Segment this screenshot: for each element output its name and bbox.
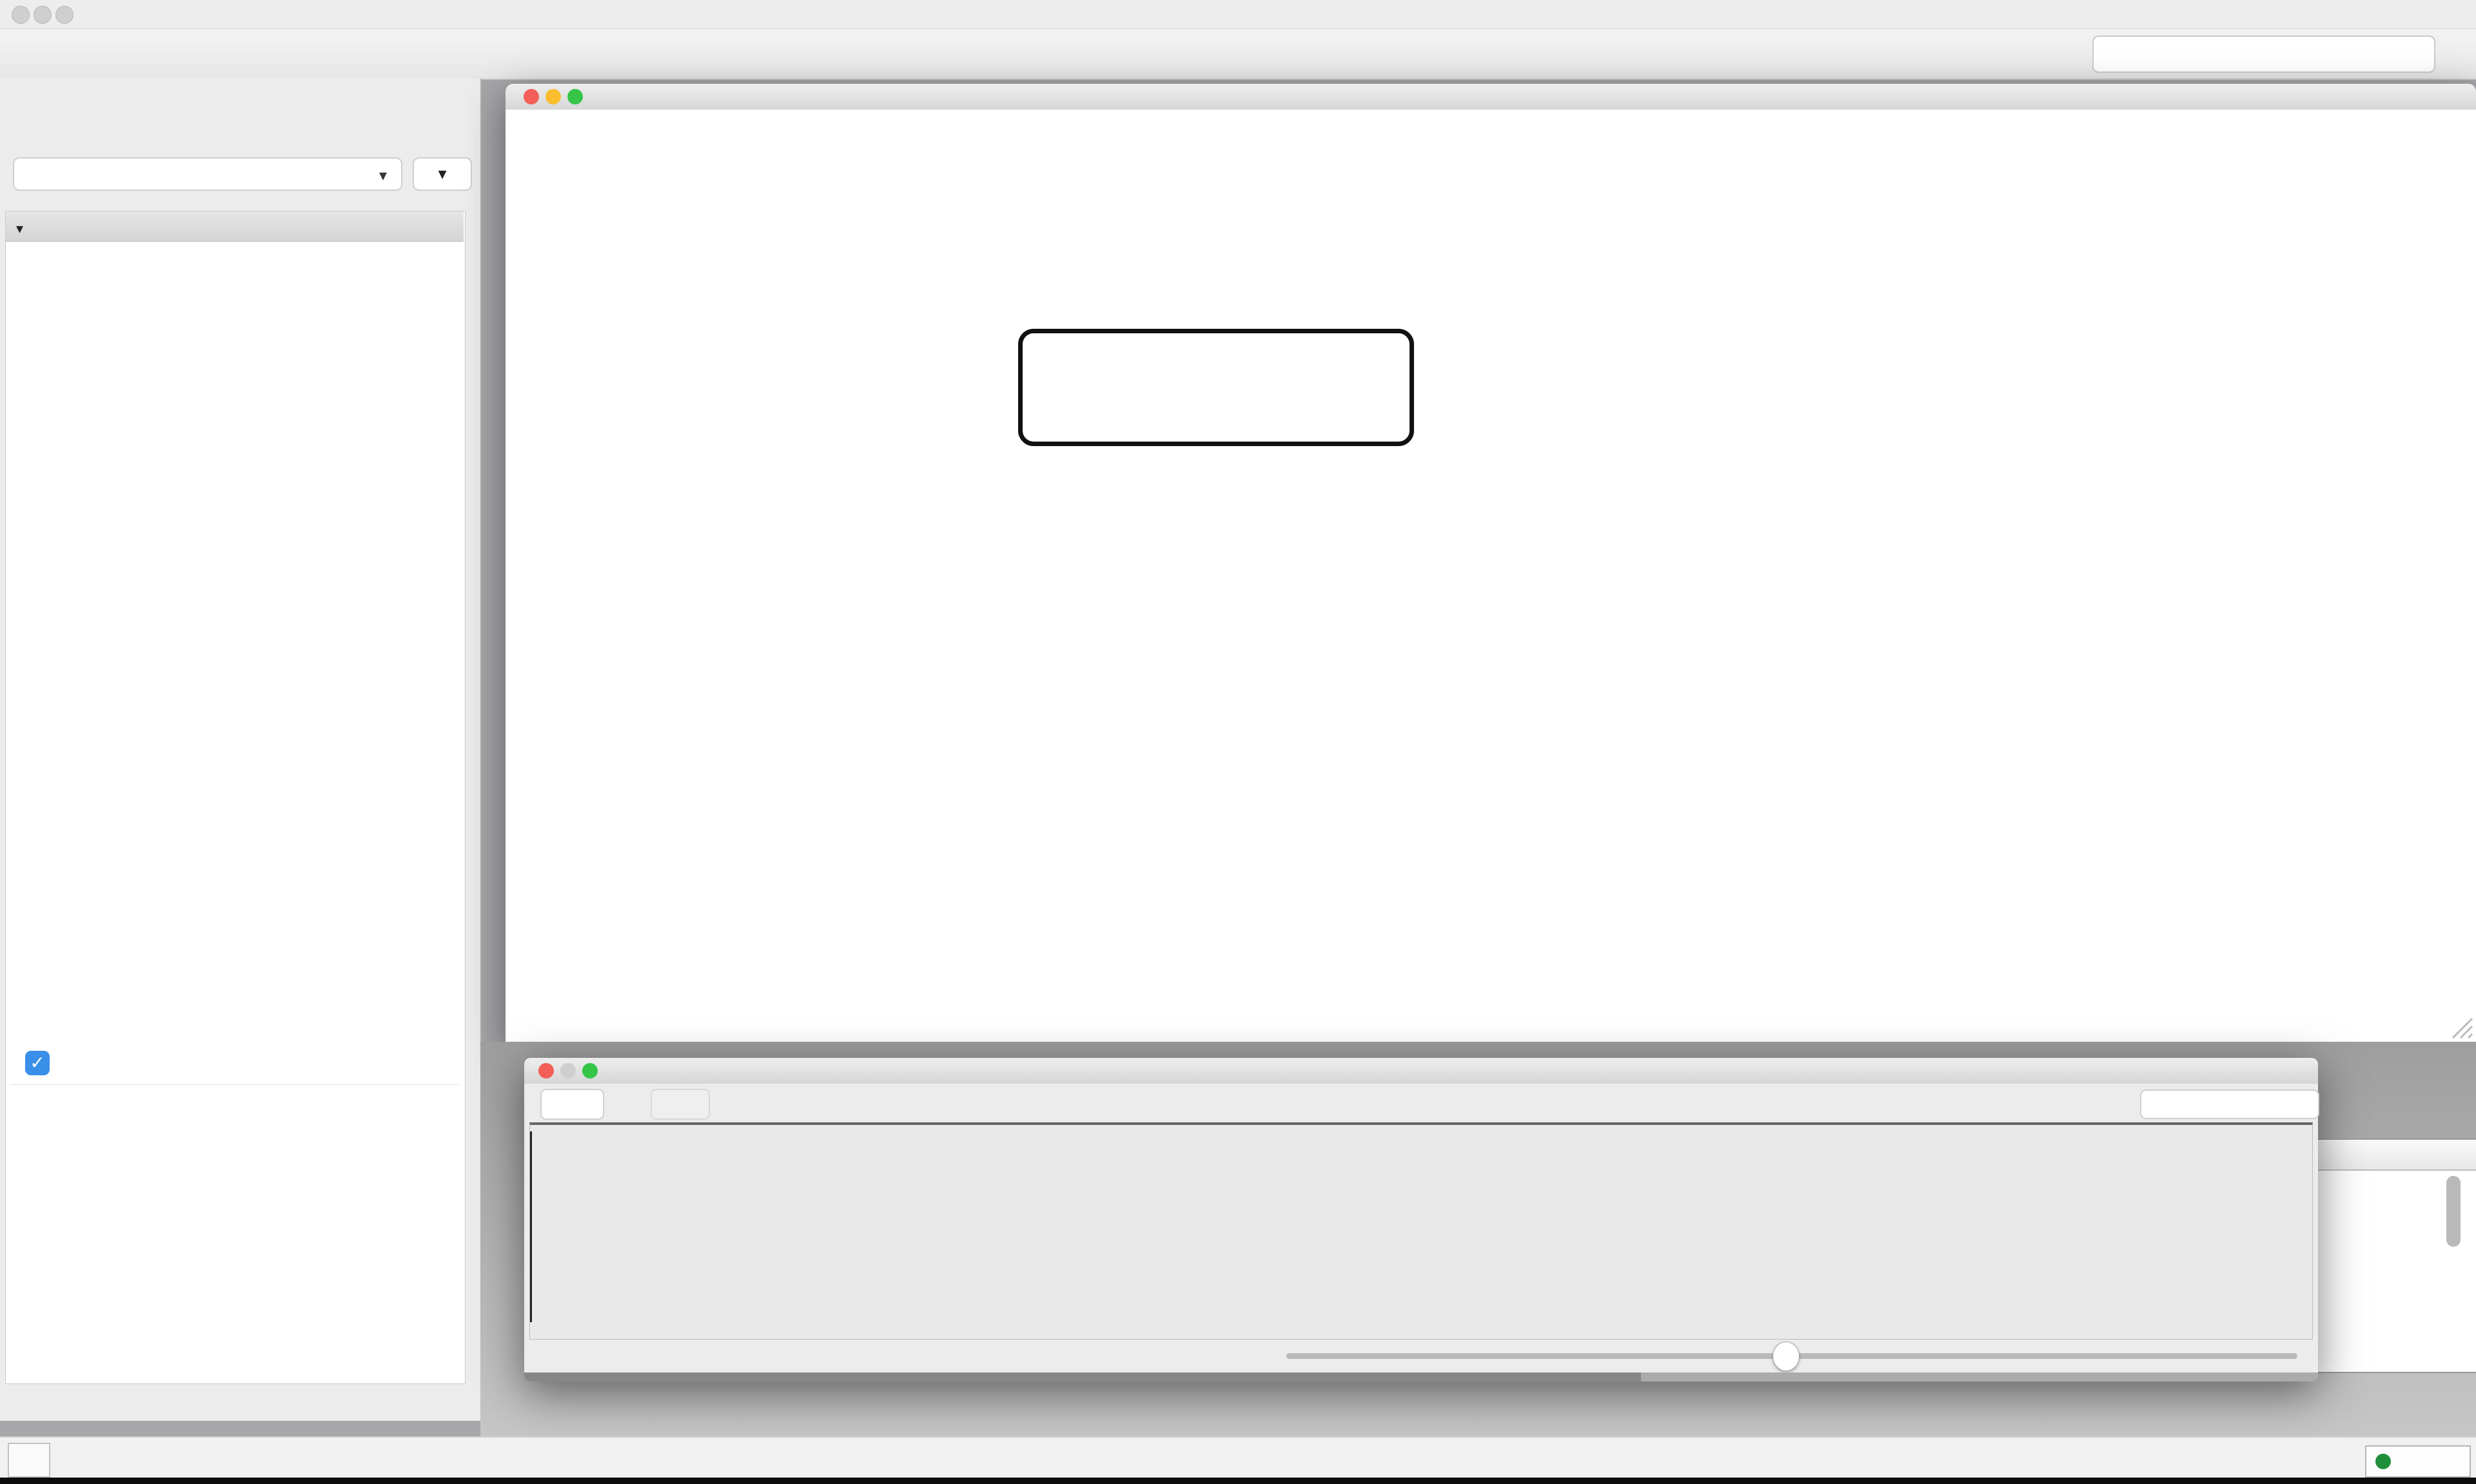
close-icon[interactable] <box>524 89 539 104</box>
window-minimize-icon[interactable] <box>34 6 52 24</box>
main-toolbar <box>0 29 2476 80</box>
timeline-scrollbar[interactable] <box>524 1372 2318 1381</box>
close-icon[interactable] <box>538 1063 554 1079</box>
memory-button[interactable] <box>2365 1445 2471 1478</box>
search-input[interactable] <box>2092 35 2435 73</box>
window-close-icon[interactable] <box>12 6 30 24</box>
screen-edge <box>0 1478 2476 1484</box>
window-zoom-icon[interactable] <box>55 6 74 24</box>
cyanimator-toolbar <box>524 1084 2318 1121</box>
add-frame-button[interactable] <box>540 1089 604 1120</box>
annotation-box[interactable] <box>1018 329 1414 446</box>
timeline-panel <box>529 1122 2313 1340</box>
playback-controls <box>524 1340 2318 1372</box>
properties-panel: ▾ ✓ <box>5 211 466 1384</box>
zoom-icon[interactable] <box>567 89 583 104</box>
lock-size-row: ✓ <box>10 1043 460 1085</box>
network-graph <box>506 110 2476 1042</box>
network-view-window <box>506 84 2476 1042</box>
timeline-playhead[interactable] <box>530 1131 532 1322</box>
chevron-down-icon: ▾ <box>379 166 387 185</box>
properties-header[interactable]: ▾ <box>6 211 464 242</box>
cyanimator-titlebar[interactable] <box>524 1058 2318 1084</box>
style-options-button[interactable]: ▾ <box>413 157 472 191</box>
minimize-icon[interactable] <box>560 1063 576 1079</box>
style-selector-dropdown[interactable]: ▾ <box>13 157 402 191</box>
status-bar <box>0 1436 2476 1479</box>
control-panel: ▾ ▾ ▾ ✓ <box>0 79 482 1421</box>
task-history-button[interactable] <box>8 1443 50 1478</box>
network-window-titlebar[interactable] <box>506 84 2476 110</box>
clear-all-frames-button[interactable] <box>2140 1089 2319 1119</box>
lock-size-checkbox[interactable]: ✓ <box>25 1051 50 1075</box>
timeline-scrollbar-thumb[interactable] <box>524 1372 1641 1381</box>
zoom-icon[interactable] <box>582 1063 598 1079</box>
menu-bar <box>0 0 2476 29</box>
resize-grip-icon[interactable] <box>2448 1013 2473 1039</box>
network-canvas[interactable] <box>506 110 2476 1042</box>
cyanimator-window <box>524 1058 2318 1381</box>
timeline-axis <box>530 1125 2312 1339</box>
memory-status-icon <box>2375 1454 2391 1469</box>
minimize-icon[interactable] <box>545 89 561 104</box>
speed-slider-handle[interactable] <box>1773 1342 1800 1371</box>
delete-frame-button[interactable] <box>651 1089 710 1120</box>
table-scrollbar[interactable] <box>2446 1176 2461 1247</box>
